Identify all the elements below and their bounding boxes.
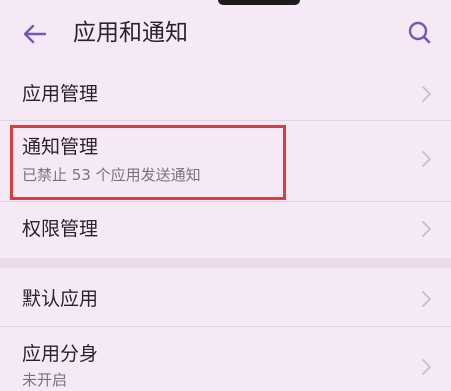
list-item-title: 默认应用 — [22, 288, 99, 310]
list-item-title: 应用分身 — [22, 343, 99, 365]
list-item-notification-management[interactable]: 通知管理 已禁止 53 个应用发送通知 — [0, 121, 451, 201]
back-button[interactable] — [18, 17, 52, 51]
list-item-permission-management[interactable]: 权限管理 — [0, 202, 451, 257]
list-item-title: 通知管理 — [22, 136, 99, 158]
chevron-right-icon — [422, 86, 431, 102]
list-item-title: 应用管理 — [22, 83, 99, 105]
list-item-title: 权限管理 — [22, 218, 99, 240]
search-icon — [408, 21, 431, 44]
search-button[interactable] — [403, 16, 437, 50]
page-title: 应用和通知 — [73, 20, 188, 46]
list-item-subtitle: 未开启 — [22, 371, 68, 389]
list-item-default-apps[interactable]: 默认应用 — [0, 268, 451, 326]
chevron-right-icon — [422, 151, 431, 167]
chevron-right-icon — [422, 291, 431, 307]
list-item-subtitle: 已禁止 53 个应用发送通知 — [22, 166, 201, 184]
list-item-app-twin[interactable]: 应用分身 未开启 — [0, 327, 451, 391]
chevron-right-icon — [422, 221, 431, 237]
app-bar: 应用和通知 — [0, 0, 451, 68]
arrow-left-icon — [23, 24, 47, 44]
list-item-app-management[interactable]: 应用管理 — [0, 68, 451, 120]
section-separator — [0, 258, 451, 268]
chevron-right-icon — [422, 359, 431, 375]
